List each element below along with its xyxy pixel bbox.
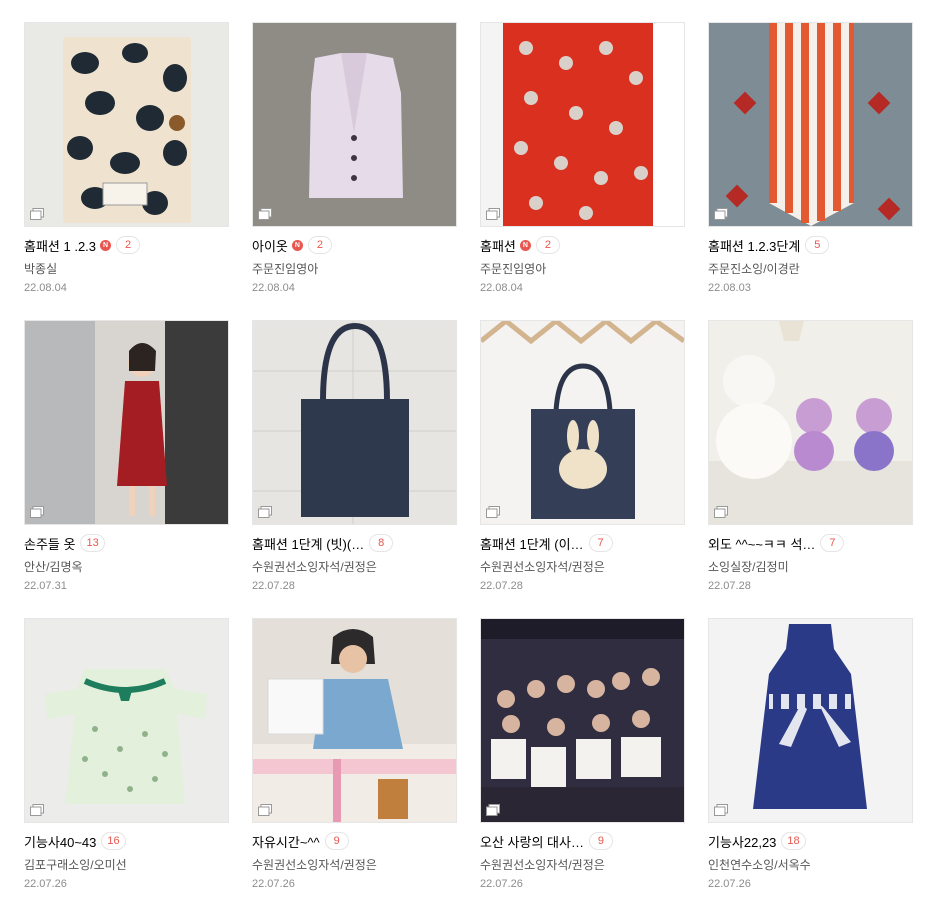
post-card[interactable]: 오산 사랑의 대사… 9 수원권선소잉자석/권정은 22.07.26: [480, 618, 685, 898]
post-date: 22.07.28: [252, 580, 295, 592]
post-title-row[interactable]: 기능사40~43 16: [24, 831, 126, 851]
post-thumbnail[interactable]: [252, 320, 457, 525]
post-title[interactable]: 기능사40~43: [24, 832, 96, 851]
post-title-row[interactable]: 기능사22,23 18: [708, 831, 806, 851]
multi-image-icon: [30, 208, 44, 220]
post-title[interactable]: 홈패션 1.2.3단계: [708, 236, 800, 255]
new-badge-icon: N: [100, 239, 112, 251]
post-title-row[interactable]: 홈패션 1단계 (이… 7: [480, 533, 613, 553]
post-author[interactable]: 수원권선소잉자석/권정은: [252, 558, 377, 575]
post-date: 22.08.03: [708, 282, 751, 294]
post-date: 22.08.04: [24, 282, 67, 294]
post-title[interactable]: 자유시간~^^: [252, 832, 320, 851]
post-author[interactable]: 김포구래소잉/오미선: [24, 856, 127, 873]
post-date: 22.07.28: [480, 580, 523, 592]
post-card[interactable]: 홈패션 N 2 주문진임영아 22.08.04: [480, 22, 685, 302]
post-card[interactable]: 홈패션 1단계 (이… 7 수원권선소잉자석/권정은 22.07.28: [480, 320, 685, 600]
comment-count-badge[interactable]: 16: [101, 832, 126, 850]
post-author[interactable]: 수원권선소잉자석/권정은: [252, 856, 377, 873]
post-thumbnail[interactable]: [708, 22, 913, 227]
comment-count-badge[interactable]: 13: [80, 534, 105, 552]
post-date: 22.07.26: [480, 878, 523, 890]
post-title[interactable]: 홈패션 1단계 (이…: [480, 534, 584, 553]
comment-count-badge[interactable]: 9: [324, 832, 349, 850]
comment-count-badge[interactable]: 2: [116, 236, 141, 254]
comment-count-badge[interactable]: 5: [805, 236, 830, 254]
post-thumbnail[interactable]: [252, 22, 457, 227]
post-thumbnail[interactable]: [24, 22, 229, 227]
post-thumbnail[interactable]: [480, 320, 685, 525]
post-author[interactable]: 주문진임영아: [480, 260, 546, 277]
post-card[interactable]: 기능사22,23 18 인천연수소잉/서옥수 22.07.26: [708, 618, 913, 898]
multi-image-icon: [486, 208, 500, 220]
post-thumbnail[interactable]: [24, 320, 229, 525]
post-title[interactable]: 홈패션: [480, 236, 516, 255]
post-card[interactable]: 아이옷 N 2 주문진임영아 22.08.04: [252, 22, 457, 302]
post-title[interactable]: 홈패션 1 .2.3: [24, 236, 96, 255]
comment-count-badge[interactable]: 8: [369, 534, 394, 552]
multi-image-icon: [486, 506, 500, 518]
post-card[interactable]: 홈패션 1 .2.3 N 2 박종실 22.08.04: [24, 22, 229, 302]
multi-image-icon: [30, 506, 44, 518]
post-author[interactable]: 수원권선소잉자석/권정은: [480, 856, 605, 873]
multi-image-icon: [30, 804, 44, 816]
post-title[interactable]: 아이옷: [252, 236, 288, 255]
post-card[interactable]: 홈패션 1단계 (빗)(… 8 수원권선소잉자석/권정은 22.07.28: [252, 320, 457, 600]
post-author[interactable]: 주문진임영아: [252, 260, 318, 277]
post-title-row[interactable]: 홈패션 1 .2.3 N 2: [24, 235, 141, 255]
post-thumbnail[interactable]: [480, 22, 685, 227]
comment-count-badge[interactable]: 9: [588, 832, 613, 850]
post-date: 22.07.26: [24, 878, 67, 890]
post-card[interactable]: 손주들 옷 13 안산/김명옥 22.07.31: [24, 320, 229, 600]
post-title[interactable]: 손주들 옷: [24, 534, 75, 553]
post-card[interactable]: 자유시간~^^ 9 수원권선소잉자석/권정은 22.07.26: [252, 618, 457, 898]
post-title-row[interactable]: 홈패션 N 2: [480, 235, 560, 255]
post-card[interactable]: 홈패션 1.2.3단계 5 주문진소잉/이경란 22.08.03: [708, 22, 913, 302]
comment-count-badge[interactable]: 18: [781, 832, 806, 850]
post-title-row[interactable]: 홈패션 1.2.3단계 5: [708, 235, 830, 255]
post-date: 22.07.31: [24, 580, 67, 592]
multi-image-icon: [258, 208, 272, 220]
comment-count-badge[interactable]: 7: [820, 534, 845, 552]
post-author[interactable]: 안산/김명옥: [24, 558, 83, 575]
post-author[interactable]: 주문진소잉/이경란: [708, 260, 800, 277]
post-title-row[interactable]: 외도 ^^~~ㅋㅋ 석… 7: [708, 533, 845, 553]
post-card[interactable]: 외도 ^^~~ㅋㅋ 석… 7 소잉실장/김정미 22.07.28: [708, 320, 913, 600]
post-date: 22.07.26: [252, 878, 295, 890]
post-title-row[interactable]: 아이옷 N 2: [252, 235, 332, 255]
multi-image-icon: [714, 506, 728, 518]
post-title-row[interactable]: 홈패션 1단계 (빗)(… 8: [252, 533, 394, 553]
multi-image-icon: [714, 804, 728, 816]
multi-image-icon: [714, 208, 728, 220]
post-author[interactable]: 박종실: [24, 260, 57, 277]
multi-image-icon: [486, 804, 500, 816]
post-title[interactable]: 오산 사랑의 대사…: [480, 832, 584, 851]
new-badge-icon: N: [291, 239, 303, 251]
post-author[interactable]: 소잉실장/김정미: [708, 558, 789, 575]
post-date: 22.08.04: [252, 282, 295, 294]
new-badge-icon: N: [519, 239, 531, 251]
post-title[interactable]: 외도 ^^~~ㅋㅋ 석…: [708, 534, 815, 553]
post-date: 22.07.26: [708, 878, 751, 890]
post-card[interactable]: 기능사40~43 16 김포구래소잉/오미선 22.07.26: [24, 618, 229, 898]
post-title-row[interactable]: 자유시간~^^ 9: [252, 831, 349, 851]
post-thumbnail[interactable]: [252, 618, 457, 823]
post-title-row[interactable]: 오산 사랑의 대사… 9: [480, 831, 613, 851]
comment-count-badge[interactable]: 2: [307, 236, 332, 254]
post-thumbnail[interactable]: [708, 320, 913, 525]
post-author[interactable]: 인천연수소잉/서옥수: [708, 856, 811, 873]
comment-count-badge[interactable]: 7: [588, 534, 613, 552]
post-author[interactable]: 수원권선소잉자석/권정은: [480, 558, 605, 575]
post-title[interactable]: 기능사22,23: [708, 832, 776, 851]
post-date: 22.08.04: [480, 282, 523, 294]
post-date: 22.07.28: [708, 580, 751, 592]
post-thumbnail[interactable]: [24, 618, 229, 823]
post-thumbnail[interactable]: [708, 618, 913, 823]
multi-image-icon: [258, 804, 272, 816]
post-title-row[interactable]: 손주들 옷 13: [24, 533, 105, 553]
post-thumbnail[interactable]: [480, 618, 685, 823]
comment-count-badge[interactable]: 2: [535, 236, 560, 254]
post-title[interactable]: 홈패션 1단계 (빗)(…: [252, 534, 364, 553]
multi-image-icon: [258, 506, 272, 518]
